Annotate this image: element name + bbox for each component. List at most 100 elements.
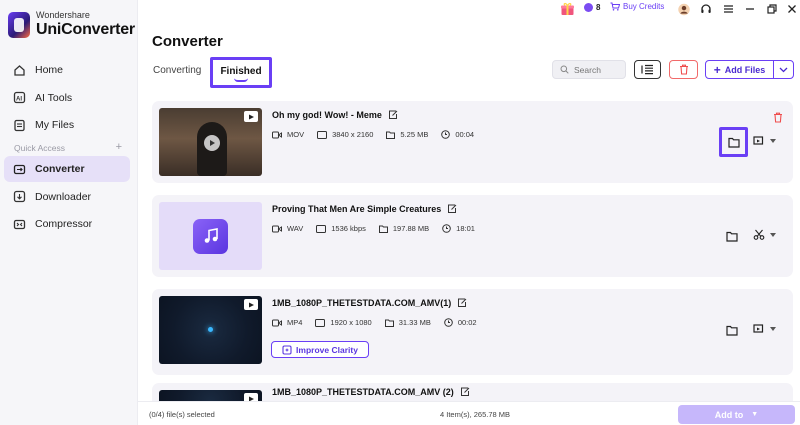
size-item: 5.25 MB [386, 130, 428, 139]
clock-icon [442, 224, 451, 233]
duration-item: 18:01 [442, 224, 475, 233]
size-item: 197.88 MB [378, 224, 429, 233]
tab-finished[interactable]: Finished [210, 57, 272, 88]
active-tab-indicator [234, 78, 248, 82]
sidebar-item-label: My Files [35, 119, 75, 131]
edit-name-icon[interactable] [457, 298, 467, 308]
sidebar-item-label: Compressor [35, 218, 93, 230]
file-card[interactable]: 1MB_1080P_THETESTDATA.COM_AMV(1) MP4 192… [152, 289, 793, 375]
folder-size-icon [386, 131, 396, 139]
resolution-item: 3840 x 2160 [317, 130, 373, 139]
page-title: Converter [152, 33, 223, 50]
search-icon [560, 65, 569, 74]
video-badge-icon [244, 111, 258, 122]
delete-all-button[interactable] [669, 60, 698, 79]
clock-icon [441, 130, 451, 139]
edit-tool-button[interactable] [753, 323, 776, 334]
improve-clarity-label: Improve Clarity [296, 344, 358, 355]
file-card[interactable]: Proving That Men Are Simple Creatures WA… [152, 195, 793, 277]
cut-tool-button[interactable] [753, 229, 776, 240]
open-folder-button[interactable] [719, 127, 748, 157]
video-camera-icon [272, 225, 282, 232]
file-name: 1MB_1080P_THETESTDATA.COM_AMV(1) [272, 298, 467, 308]
edit-tool-button[interactable] [753, 135, 776, 146]
quick-access-label: Quick Access [14, 143, 66, 153]
improve-clarity-button[interactable]: Improve Clarity [271, 341, 369, 358]
sidebar-item-converter[interactable]: Converter [4, 156, 130, 182]
add-quick-access-icon[interactable]: + [116, 142, 122, 153]
file-size: 31.33 MB [398, 318, 431, 327]
file-name-text: 1MB_1080P_THETESTDATA.COM_AMV(1) [272, 298, 452, 308]
folder-icon [726, 231, 738, 242]
sidebar-item-ai-tools[interactable]: AI AI Tools [4, 85, 130, 111]
buy-credits-button[interactable]: Buy Credits [610, 2, 664, 11]
status-bar: (0/4) file(s) selected 4 Item(s), 265.78… [138, 401, 800, 425]
file-name-text: Oh my god! Wow! - Meme [272, 110, 382, 120]
add-files-main[interactable]: + Add Files [706, 61, 774, 78]
file-duration: 00:02 [457, 318, 477, 327]
file-duration: 00:04 [455, 130, 475, 139]
tab-converting[interactable]: Converting [153, 65, 201, 76]
file-name-text: 1MB_1080P_THETESTDATA.COM_AMV (2) [272, 387, 454, 397]
file-card[interactable]: Oh my god! Wow! - Meme MOV 3840 x 2160 5… [152, 101, 793, 183]
total-status: 4 Item(s), 265.78 MB [440, 410, 511, 419]
resolution-icon [317, 130, 328, 139]
chevron-down-icon: ▼ [751, 411, 759, 418]
music-note-icon [193, 218, 228, 254]
file-duration: 18:01 [456, 224, 475, 233]
task-list-button[interactable] [634, 60, 661, 79]
format-item: WAV [272, 224, 303, 233]
sidebar-item-label: Downloader [35, 190, 92, 203]
edit-name-icon[interactable] [388, 110, 398, 120]
buy-credits-label: Buy Credits [623, 2, 665, 11]
video-thumbnail[interactable] [159, 108, 262, 176]
file-meta: WAV 1536 kbps 197.88 MB 18:01 [272, 224, 488, 233]
file-name: Oh my god! Wow! - Meme [272, 110, 398, 120]
sidebar-item-label: Converter [35, 163, 85, 175]
selection-status: (0/4) file(s) selected [149, 410, 215, 419]
video-camera-icon [272, 131, 282, 138]
brand-sub: Wondershare [36, 10, 90, 20]
add-files-button[interactable]: + Add Files [705, 60, 794, 79]
brand[interactable]: Wondershare UniConverter [8, 11, 135, 38]
restore-icon[interactable] [766, 3, 778, 15]
menu-icon[interactable] [722, 3, 734, 15]
add-to-button[interactable]: Add to ▼ [678, 405, 795, 424]
svg-text:AI: AI [16, 97, 22, 103]
sidebar-item-compressor[interactable]: Compressor [4, 211, 130, 237]
gift-icon[interactable] [560, 2, 575, 16]
size-item: 31.33 MB [384, 318, 431, 327]
file-size: 5.25 MB [400, 130, 429, 139]
file-name: 1MB_1080P_THETESTDATA.COM_AMV (2) [272, 387, 470, 397]
file-format: MOV [287, 130, 305, 139]
avatar[interactable] [678, 3, 690, 15]
brand-main: UniConverter [36, 21, 135, 38]
sidebar-item-downloader[interactable]: Downloader [4, 184, 130, 210]
sidebar-item-my-files[interactable]: My Files [4, 112, 130, 138]
edit-name-icon[interactable] [460, 387, 470, 397]
delete-file-icon[interactable] [773, 110, 783, 128]
file-resolution: 3840 x 2160 [332, 130, 374, 139]
headset-icon[interactable] [700, 3, 712, 15]
clock-icon [444, 318, 453, 327]
open-folder-button[interactable] [724, 322, 740, 338]
sidebar-item-home[interactable]: Home [4, 57, 130, 83]
search-box[interactable] [552, 60, 626, 79]
list-icon [641, 64, 653, 75]
close-icon[interactable] [786, 3, 798, 15]
video-thumbnail[interactable] [159, 296, 262, 364]
play-icon[interactable] [204, 135, 220, 151]
trash-icon [679, 64, 688, 75]
audio-thumbnail[interactable] [159, 202, 262, 270]
duration-item: 00:04 [441, 130, 474, 139]
resolution-item: 1920 x 1080 [315, 318, 372, 327]
search-input[interactable] [574, 64, 624, 75]
minimize-icon[interactable] [744, 3, 756, 15]
sidebar: Wondershare UniConverter Home AI AI Tool… [0, 0, 138, 425]
open-folder-button[interactable] [724, 228, 740, 244]
add-files-dropdown[interactable] [774, 61, 793, 78]
chevron-down-icon [779, 67, 788, 72]
edit-name-icon[interactable] [447, 204, 457, 214]
scissors-icon [753, 229, 765, 240]
add-to-label: Add to [714, 409, 744, 420]
